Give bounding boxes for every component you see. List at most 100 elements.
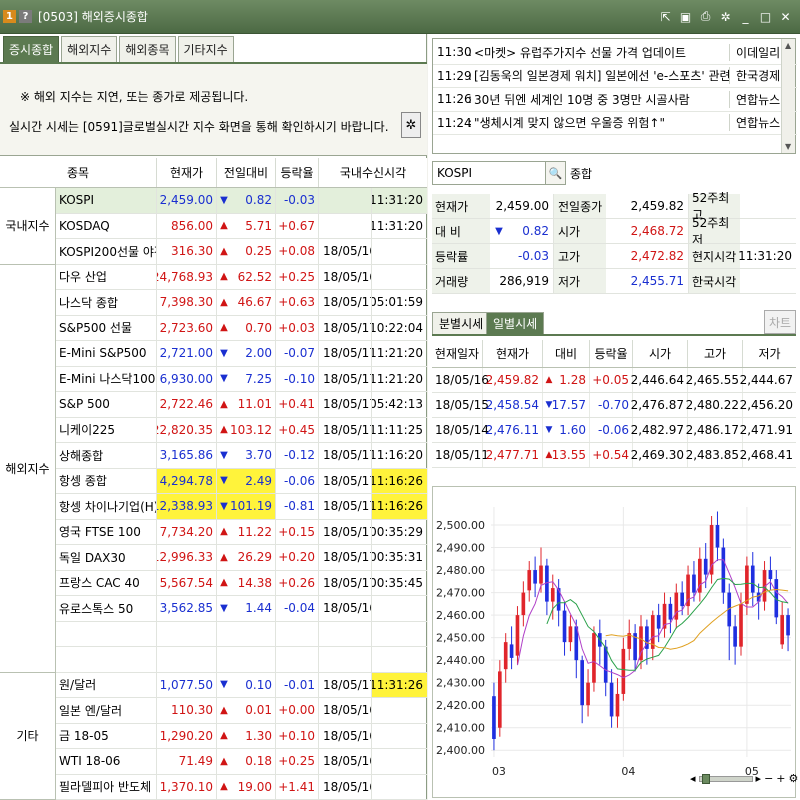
index-price: 7,734.20 (157, 519, 217, 544)
candle-body (768, 570, 773, 580)
left-panel: 증시종합 해외지수 해외종목 기타지수 ※ 해외 지수는 지연, 또는 종가로 … (0, 34, 427, 800)
arrow-icon (217, 647, 231, 672)
table-row[interactable]: KOSPI200선물 야간 316.30 ▲ 0.25 +0.08 18/05/16 (56, 239, 427, 265)
quote-value: 0.82 (508, 219, 554, 243)
table-row[interactable]: 프랑스 CAC 40 5,567.54 ▲ 14.38 +0.26 18/05/17 00:… (56, 570, 427, 596)
table-row[interactable]: KOSPI 2,459.00 ▼ 0.82 -0.03 11:31:20 (56, 188, 427, 214)
tab-foreign-stocks[interactable]: 해외종목 (119, 36, 176, 62)
index-rate: +0.08 (276, 239, 319, 264)
tab-minute-quotes[interactable]: 분별시세 (432, 312, 491, 334)
chart-settings-icon[interactable]: ⚙ (789, 772, 799, 785)
chart-button[interactable]: 차트 (764, 310, 796, 334)
zoom-slider-thumb[interactable] (701, 773, 710, 784)
table-row[interactable]: 필라델피아 반도체 1,370.10 ▲ 19.00 +1.41 18/05/16 (56, 774, 427, 800)
settings-icon[interactable]: ✲ (719, 10, 732, 24)
right-panel: 11:24: "생체시계 맞지 않으면 우울증 위험↑" 연합뉴스 11:26:30년… (428, 34, 800, 800)
tab-other-index[interactable]: 기타지수 (177, 36, 234, 62)
maximize-icon[interactable]: □ (759, 10, 772, 24)
window-number-badge[interactable]: 1 (3, 10, 16, 23)
zoom-right-icon[interactable]: ▸ (756, 772, 762, 785)
zoom-slider[interactable] (698, 773, 753, 784)
daily-price: 2,477.71 (483, 443, 543, 467)
daily-open: 2,476.87 (631, 393, 688, 417)
quote-row: 대 비 ▼ 0.82 시가 2,468.72 52주최저 (432, 216, 796, 247)
pin-icon[interactable]: ⇱ (659, 10, 672, 24)
table-row[interactable]: S&P 500 2,722.46 ▲ 11.01 +0.41 18/05/17 05:42:… (56, 392, 427, 418)
index-change: 62.52 (231, 264, 276, 289)
y-tick-label: 2,470.00 (436, 587, 485, 600)
zoom-out-icon[interactable]: − (764, 772, 773, 785)
index-time (372, 698, 427, 723)
table-row[interactable]: WTI 18-06 71.49 ▲ 0.18 +0.25 18/05/16 (56, 749, 427, 775)
table-row[interactable]: 독일 DAX30 12,996.33 ▲ 26.29 +0.20 18/05/17 00:3… (56, 545, 427, 571)
index-time: 00:35:45 (372, 575, 423, 590)
table-row[interactable]: KOSDAQ 856.00 ▲ 5.71 +0.67 11:31:20 (56, 213, 427, 239)
news-item[interactable]: 11:29: [김동욱의 일본경제 워치] 일본에선 'e-스포츠' 관련 한국경제 (433, 65, 797, 88)
settings-button[interactable]: ✲ (401, 112, 421, 138)
index-name: 영국 FTSE 100 (56, 519, 157, 544)
index-change: 46.67 (231, 290, 276, 315)
tab-market-summary[interactable]: 증시종합 (3, 36, 60, 62)
tab-daily-quotes[interactable]: 일별시세 (486, 312, 545, 334)
table-row[interactable]: E-Mini S&P500 2,721.00 ▼ 2.00 -0.07 18/05/17 1… (56, 341, 427, 367)
table-row[interactable] (56, 621, 427, 647)
zoom-left-icon[interactable]: ◂ (690, 772, 696, 785)
news-item[interactable]: 11:30: <마켓> 유럽주가지수 선물 가격 업데이트 이데일리 (433, 41, 797, 65)
table-row[interactable]: E-Mini 나스닥100 6,930.00 ▼ 7.25 -0.10 18/05/17 1… (56, 366, 427, 392)
table-row[interactable] (56, 647, 427, 673)
news-item[interactable]: 11:26:30년 뒤엔 세계인 10명 중 3명만 시골사람 연합뉴스 (433, 88, 797, 112)
candle-body (692, 574, 696, 593)
search-icon: 🔍 (548, 166, 563, 180)
index-price: 3,562.85 (157, 596, 217, 621)
index-name: 프랑스 CAC 40 (56, 570, 157, 595)
news-item[interactable]: 11:24: "생체시계 맞지 않으면 우울증 위험↑" 연합뉴스 (433, 112, 797, 135)
table-row[interactable]: 니케이225 22,820.35 ▲ 103.12 +0.45 18/05/17 11:11… (56, 417, 427, 443)
table-row[interactable]: 상해종합 3,165.86 ▼ 3.70 -0.12 18/05/17 11:16:20 (56, 443, 427, 469)
close-icon[interactable]: ✕ (779, 10, 792, 24)
help-icon[interactable]: ? (19, 10, 32, 23)
table-row[interactable]: 다우 산업 24,768.93 ▲ 62.52 +0.25 18/05/16 (56, 264, 427, 290)
zoom-in-icon[interactable]: + (776, 772, 785, 785)
table-row[interactable]: 영국 FTSE 100 7,734.20 ▲ 11.22 +0.15 18/05/17 00… (56, 519, 427, 545)
daily-rate: -0.70 (590, 393, 633, 417)
quote-label: 대 비 (432, 219, 490, 243)
search-button[interactable]: 🔍 (546, 161, 566, 185)
index-date: 18/05/16 (319, 264, 372, 289)
table-row[interactable]: 유로스톡스 50 3,562.85 ▼ 1.44 -0.04 18/05/16 (56, 596, 427, 622)
save-icon[interactable]: ▣ (679, 10, 692, 24)
daily-row[interactable]: 18/05/14 2,476.11 ▼ 1.60 -0.06 2,482.97 2,486.… (432, 418, 796, 443)
minimize-icon[interactable]: _ (739, 10, 752, 24)
print-icon[interactable]: ⎙ (699, 9, 712, 23)
index-change: 3.70 (231, 443, 276, 468)
index-change: 5.71 (231, 213, 276, 238)
window-controls: ⇱ ▣ ⎙ ✲ _ □ ✕ (659, 9, 792, 24)
candle-body (527, 570, 532, 591)
index-time: 11:11:25 (372, 422, 423, 437)
quote-value: -0.03 (508, 244, 554, 268)
scroll-down-icon[interactable]: ▼ (785, 142, 791, 151)
news-scrollbar[interactable]: ▲ ▼ (781, 39, 795, 153)
daily-row[interactable]: 18/05/16 2,459.82 ▲ 1.28 +0.05 2,446.64 2,465.… (432, 368, 796, 393)
table-row[interactable]: 항셍 종합 4,294.78 ▼ 2.49 -0.06 18/05/17 11:16:26 (56, 468, 427, 494)
table-row[interactable]: 일본 엔/달러 110.30 ▲ 0.01 +0.00 18/05/16 (56, 698, 427, 724)
index-name: KOSPI200선물 야간 (56, 239, 157, 264)
index-rate (276, 621, 319, 646)
table-row[interactable]: 원/달러 1,077.50 ▼ 0.10 -0.01 18/05/17 11:31:26 (56, 672, 427, 698)
daily-header-date: 현재일자 (432, 340, 483, 367)
table-row[interactable]: S&P500 선물 2,723.60 ▲ 0.70 +0.03 18/05/17 10:22… (56, 315, 427, 341)
daily-date: 18/05/14 (432, 418, 489, 442)
index-rate: +0.26 (276, 570, 319, 595)
scroll-up-icon[interactable]: ▲ (785, 41, 791, 50)
index-change: 0.25 (231, 239, 276, 264)
candle-body (550, 588, 555, 602)
symbol-input[interactable]: KOSPI (432, 161, 546, 185)
candlestick-chart[interactable]: 2,400.00 2,410.00 2,420.00 2,430.00 2,440.00… (432, 486, 796, 798)
quote-label: 거래량 (432, 269, 490, 293)
table-row[interactable]: 금 18-05 1,290.20 ▲ 1.30 +0.10 18/05/16 (56, 723, 427, 749)
table-row[interactable]: 나스닥 종합 7,398.30 ▲ 46.67 +0.63 18/05/17 05:01:5… (56, 290, 427, 316)
index-change: 0.01 (231, 698, 276, 723)
table-row[interactable]: 항셍 차이나기업(H) 12,338.93 ▼ 101.19 -0.81 18/05/17… (56, 494, 427, 520)
tab-foreign-index[interactable]: 해외지수 (61, 36, 118, 62)
daily-row[interactable]: 18/05/11 2,477.71 ▲ 13.55 +0.54 2,469.30 2,483… (432, 443, 796, 468)
daily-row[interactable]: 18/05/15 2,458.54 ▼ 17.57 -0.70 2,476.87 2,480… (432, 393, 796, 418)
